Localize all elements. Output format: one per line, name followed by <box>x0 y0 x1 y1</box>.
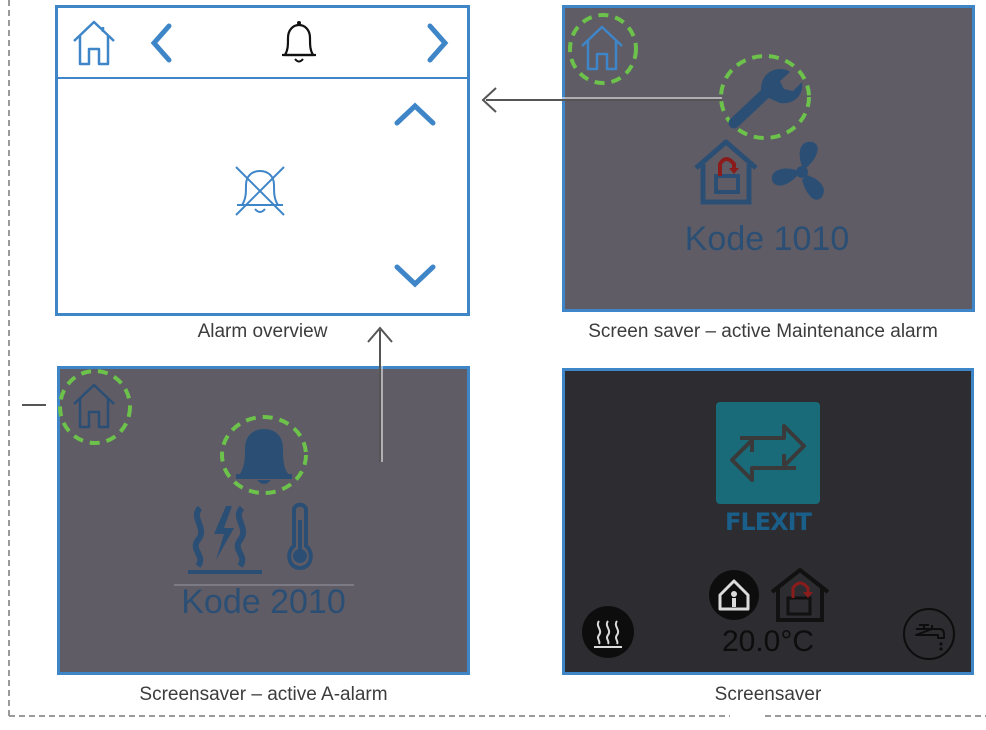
water-tap-button[interactable] <box>902 607 956 661</box>
alarm-overview-caption: Alarm overview <box>197 321 328 342</box>
home-icon[interactable] <box>68 17 120 69</box>
chevron-up-icon[interactable] <box>393 100 437 128</box>
a-alarm-code: Kode 2010 <box>181 583 346 621</box>
floor-heating-button[interactable] <box>581 605 635 659</box>
a-alarm-caption: Screensaver – active A-alarm <box>139 684 388 705</box>
home-icon[interactable] <box>56 368 136 448</box>
alarm-bell-icon <box>218 414 310 498</box>
chevron-left-icon[interactable] <box>148 22 174 64</box>
arrow-left-connector <box>481 87 722 113</box>
arrow-up-connector <box>367 326 393 462</box>
home-mode-icon[interactable] <box>708 569 760 621</box>
home-icon[interactable] <box>566 12 644 86</box>
house-return-icon <box>690 138 766 208</box>
screensaver-caption: Screensaver <box>714 684 822 705</box>
bell-icon <box>276 17 322 67</box>
maintenance-caption: Screen saver – active Maintenance alarm <box>588 321 938 342</box>
no-alarm-bell-icon <box>230 163 290 221</box>
brand-name: FLEXIT <box>725 508 812 536</box>
heating-alarm-icon <box>186 500 266 576</box>
chevron-down-icon[interactable] <box>393 262 437 290</box>
house-return-icon[interactable] <box>768 566 832 624</box>
fan-icon <box>766 136 838 208</box>
wrench-icon <box>718 53 814 143</box>
thermometer-icon <box>282 500 318 572</box>
maintenance-alarm-code: Kode 1010 <box>684 220 850 258</box>
chevron-right-icon[interactable] <box>425 22 451 64</box>
flexit-logo <box>716 402 820 504</box>
